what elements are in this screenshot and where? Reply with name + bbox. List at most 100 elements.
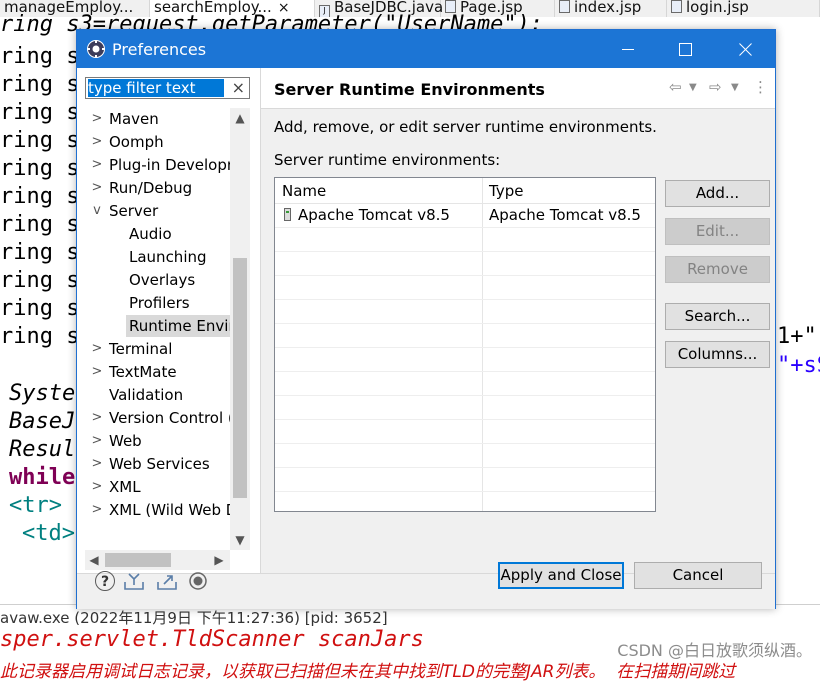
page-title: Server Runtime Environments — [274, 80, 545, 99]
code-fragment-text: 1+" — [777, 324, 817, 349]
code-line: <tr> — [9, 493, 62, 518]
minimize-button[interactable] — [599, 30, 657, 68]
import-icon[interactable] — [123, 571, 145, 591]
help-icon[interactable]: ? — [95, 571, 115, 591]
table-header: Name Type — [275, 178, 655, 204]
tree-item-label: Web — [109, 432, 142, 450]
cancel-button[interactable]: Cancel — [634, 562, 762, 589]
table-row-empty — [275, 443, 655, 468]
chevron-right-icon[interactable]: > — [91, 476, 103, 498]
column-header-name[interactable]: Name — [282, 182, 326, 200]
tree-item-label: TextMate — [109, 363, 177, 381]
scrollbar-thumb[interactable] — [105, 553, 171, 567]
clear-icon[interactable]: × — [232, 78, 245, 98]
more-options-icon[interactable]: ⋮ — [753, 78, 768, 96]
tree-item-label: Web Services — [109, 455, 210, 473]
jsp-file-icon — [559, 0, 570, 13]
filter-input[interactable] — [88, 79, 224, 97]
chevron-right-icon[interactable]: > — [91, 177, 103, 199]
page-header: Server Runtime Environments ⇦ ▼ ⇨ ▼ ⋮ — [261, 68, 775, 109]
close-button[interactable] — [717, 30, 775, 68]
minimize-icon — [622, 49, 634, 50]
code-line: ring s — [0, 240, 80, 265]
tree-horizontal-scrollbar[interactable]: ◀ ▶ — [85, 550, 230, 570]
chevron-right-icon[interactable]: > — [91, 154, 103, 176]
chevron-right-icon[interactable]: > — [91, 338, 103, 360]
scroll-right-icon[interactable]: ▶ — [210, 550, 228, 570]
code-line: ring s — [0, 212, 80, 237]
record-icon[interactable] — [187, 571, 209, 591]
code-line: BaseJ — [9, 409, 76, 434]
apply-and-close-button[interactable]: Apply and Close — [498, 562, 624, 589]
forward-menu-chevron-icon[interactable]: ▼ — [731, 82, 739, 93]
edit-button[interactable]: Edit... — [665, 218, 770, 245]
filter-box: × — [85, 77, 250, 99]
add-button[interactable]: Add... — [665, 180, 770, 207]
chevron-right-icon[interactable]: > — [91, 453, 103, 475]
maximize-button[interactable] — [657, 30, 715, 68]
scroll-left-icon[interactable]: ◀ — [85, 550, 103, 570]
export-icon[interactable] — [156, 571, 178, 591]
scrollbar-thumb[interactable] — [233, 258, 247, 498]
code-line: ring s — [0, 44, 80, 69]
runtime-environments-table[interactable]: Name Type Apache Tomcat v8.5 Apache Tomc… — [274, 177, 656, 512]
chevron-right-icon[interactable]: > — [91, 430, 103, 452]
tree-item-label: Plug-in Developr — [109, 156, 230, 174]
code-line: ring s — [0, 128, 80, 153]
dialog-title: Preferences — [112, 40, 207, 59]
scroll-down-icon[interactable]: ▼ — [230, 530, 250, 550]
forward-arrow-icon[interactable]: ⇨ — [709, 78, 722, 96]
chevron-right-icon[interactable]: > — [91, 361, 103, 383]
tree-item-label: Launching — [129, 248, 207, 266]
tree-item-label: Runtime Envir — [126, 315, 230, 337]
chevron-right-icon[interactable]: > — [91, 499, 103, 521]
code-line: while — [9, 465, 76, 490]
table-row[interactable]: Apache Tomcat v8.5 Apache Tomcat v8.5 — [275, 203, 655, 228]
tree-item-label: Server — [109, 202, 159, 220]
tree-item-label: Version Control ( — [109, 409, 230, 427]
dialog-titlebar[interactable]: Preferences — [77, 30, 775, 68]
columns-button[interactable]: Columns... — [665, 341, 770, 368]
code-fragment-text: "+sS — [777, 353, 820, 378]
code-line: ring s — [0, 156, 80, 181]
tree-item-label: Oomph — [109, 133, 164, 151]
search-button[interactable]: Search... — [665, 303, 770, 330]
console-header: avaw.exe (2022年11月9日 下午11:27:36) [pid: 3… — [0, 609, 388, 627]
tree-item-label: Audio — [129, 225, 172, 243]
maximize-icon — [679, 43, 692, 56]
editor-tab-login-jsp[interactable]: login.jsp — [667, 0, 820, 17]
preference-tree: > Maven > Oomph > Plug-in Developr > Run/Deb… — [77, 108, 230, 550]
preference-page: Server Runtime Environments ⇦ ▼ ⇨ ▼ ⋮ Ad… — [261, 68, 775, 573]
console-line: sper.servlet.TldScanner scanJars — [0, 627, 424, 652]
table-row-empty — [275, 371, 655, 396]
dialog-button-bar: ? Apply and Close Cancel — [77, 562, 775, 609]
column-header-type[interactable]: Type — [489, 182, 523, 200]
tab-label: login.jsp — [686, 0, 749, 16]
table-row-empty — [275, 395, 655, 420]
tree-item-label: Profilers — [129, 294, 190, 312]
chevron-right-icon[interactable]: > — [91, 131, 103, 153]
tree-vertical-scrollbar[interactable]: ▲ ▼ — [230, 108, 250, 550]
server-icon — [284, 208, 291, 221]
chevron-right-icon[interactable]: > — [91, 407, 103, 429]
code-fragment: "+sS — [777, 353, 820, 378]
preference-tree-pane: × > Maven > Oomph > Plug-in Developr > Run/D… — [77, 68, 261, 573]
code-line: ring s — [0, 184, 80, 209]
chevron-down-icon[interactable]: v — [91, 200, 103, 222]
page-description: Add, remove, or edit server runtime envi… — [274, 118, 657, 136]
table-row-empty — [275, 323, 655, 348]
chevron-right-icon[interactable]: > — [91, 108, 103, 130]
tab-label: index.jsp — [574, 0, 642, 16]
scroll-up-icon[interactable]: ▲ — [230, 108, 250, 128]
code-line: <td> — [22, 521, 75, 546]
jsp-file-icon — [671, 0, 682, 13]
back-menu-chevron-icon[interactable]: ▼ — [689, 82, 697, 93]
tree-item-label: Terminal — [109, 340, 173, 358]
remove-button[interactable]: Remove — [665, 256, 770, 283]
eclipse-gear-icon — [87, 40, 105, 58]
editor-tab-index-jsp[interactable]: index.jsp — [555, 0, 667, 17]
table-row-empty — [275, 299, 655, 324]
back-arrow-icon[interactable]: ⇦ — [669, 78, 682, 96]
code-line: ring s — [0, 296, 80, 321]
table-row-empty — [275, 419, 655, 444]
